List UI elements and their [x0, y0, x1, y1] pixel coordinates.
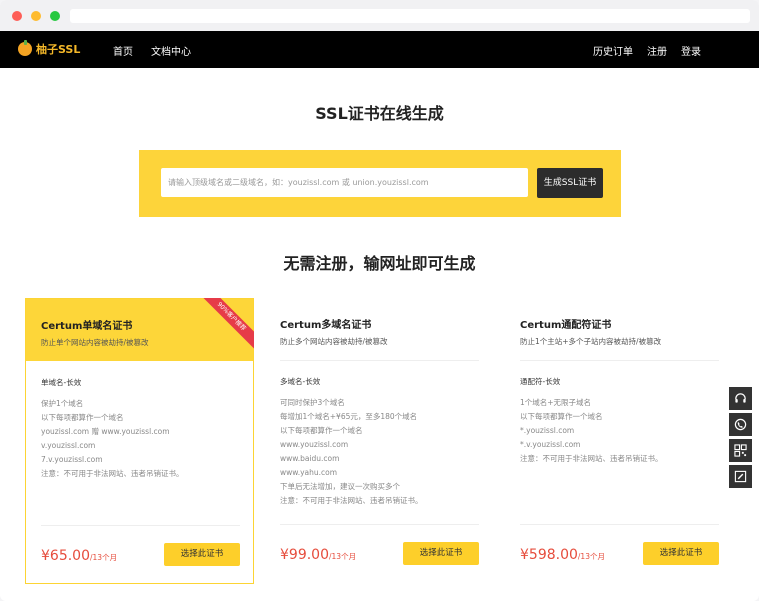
price-value: ¥65.00 — [41, 548, 90, 564]
nav-orders-link[interactable]: 历史订单 — [593, 43, 633, 58]
ribbon-label: 90%客户推荐 — [194, 298, 254, 354]
product-card-multi-domain: Certum多域名证书 防止多个网站内容被劫持/被篡改 多域名-长效 可同时保护… — [265, 298, 494, 584]
divider — [520, 360, 719, 361]
card-title: Certum通配符证书 — [520, 320, 612, 331]
price-unit: /13个月 — [329, 552, 357, 561]
feature-line: youzissl.com 赠 www.youzissl.com — [41, 427, 170, 436]
feature-line: 1个域名+无限子域名 — [520, 398, 592, 407]
browser-window: 柚子SSL 首页 文档中心 历史订单 注册 登录 SSL证书在线生成 生成SSL… — [0, 0, 759, 601]
browser-titlebar — [0, 0, 759, 31]
price-value: ¥598.00 — [520, 547, 578, 563]
feature-line: 以下每项都算作一个域名 — [520, 412, 603, 421]
card-title: Certum多域名证书 — [280, 320, 372, 331]
feature-line: 7.v.youzissl.com — [41, 455, 103, 464]
feature-line: 下单后无法增加，建议一次购买多个 — [280, 482, 400, 491]
nav-register-link[interactable]: 注册 — [647, 43, 667, 58]
select-certificate-button[interactable]: 选择此证书 — [643, 542, 719, 565]
maximize-window-button[interactable] — [50, 11, 60, 21]
card-features: 1个域名+无限子域名 以下每项都算作一个域名 *.youzissl.com *.… — [520, 396, 663, 466]
card-description: 防止1个主站+多个子站内容被劫持/被篡改 — [520, 337, 662, 346]
product-card-wildcard: Certum通配符证书 防止1个主站+多个子站内容被劫持/被篡改 通配符-长效 … — [505, 298, 734, 584]
card-title: Certum单域名证书 — [41, 321, 133, 332]
hero-section: SSL证书在线生成 生成SSL证书 — [0, 68, 759, 218]
feature-line: www.baidu.com — [280, 454, 340, 463]
divider — [280, 524, 479, 525]
card-header: Certum通配符证书 防止1个主站+多个子站内容被劫持/被篡改 — [505, 298, 734, 360]
section-title: 无需注册，输网址即可生成 — [283, 254, 476, 273]
feature-line: www.yahu.com — [280, 468, 338, 477]
logo-text: 柚子SSL — [36, 43, 81, 56]
card-type: 多域名-长效 — [280, 377, 321, 386]
domain-search-panel: 生成SSL证书 — [139, 150, 621, 217]
phone-icon[interactable] — [729, 413, 752, 436]
domain-input[interactable] — [161, 168, 528, 197]
site-logo[interactable]: 柚子SSL — [18, 40, 81, 57]
card-price: ¥99.00/13个月 — [280, 544, 356, 563]
card-type: 单域名-长效 — [41, 378, 82, 387]
feature-line: www.youzissl.com — [280, 440, 349, 449]
generate-ssl-button[interactable]: 生成SSL证书 — [537, 168, 603, 198]
edit-icon[interactable] — [729, 465, 752, 488]
hero-title: SSL证书在线生成 — [315, 104, 444, 123]
feature-line: 注意：不可用于非法网站、违者吊销证书。 — [280, 496, 423, 505]
card-price: ¥65.00/13个月 — [41, 545, 117, 564]
nav-docs-link[interactable]: 文档中心 — [151, 43, 191, 58]
close-window-button[interactable] — [12, 11, 22, 21]
feature-line: 以下每项都算作一个域名 — [280, 426, 363, 435]
divider — [520, 524, 719, 525]
feature-line: *.youzissl.com — [520, 426, 575, 435]
feature-line: 每增加1个域名+¥65元，至多180个域名 — [280, 412, 418, 421]
feature-line: 保护1个域名 — [41, 399, 84, 408]
card-header: Certum多域名证书 防止多个网站内容被劫持/被篡改 — [265, 298, 494, 360]
product-card-single-domain: Certum单域名证书 防止单个网站内容被劫持/被篡改 90%客户推荐 单域名-… — [25, 298, 254, 584]
card-features: 保护1个域名 以下每项都算作一个域名 youzissl.com 赠 www.yo… — [41, 397, 184, 481]
card-price: ¥598.00/13个月 — [520, 544, 605, 563]
pomelo-logo-icon — [18, 40, 32, 56]
top-navbar: 柚子SSL 首页 文档中心 历史订单 注册 登录 — [0, 31, 759, 68]
divider — [280, 360, 479, 361]
floating-toolbar — [729, 387, 752, 491]
feature-line: 以下每项都算作一个域名 — [41, 413, 124, 422]
nav-home-link[interactable]: 首页 — [113, 43, 133, 58]
minimize-window-button[interactable] — [31, 11, 41, 21]
feature-line: 注意：不可用于非法网站、违者吊销证书。 — [41, 469, 184, 478]
card-description: 防止多个网站内容被劫持/被篡改 — [280, 337, 388, 346]
price-unit: /13个月 — [90, 553, 118, 562]
feature-line: *.v.youzissl.com — [520, 440, 581, 449]
price-unit: /13个月 — [577, 552, 605, 561]
feature-line: v.youzissl.com — [41, 441, 96, 450]
card-description: 防止单个网站内容被劫持/被篡改 — [41, 338, 149, 347]
select-certificate-button[interactable]: 选择此证书 — [403, 542, 479, 565]
feature-line: 注意：不可用于非法网站、违者吊销证书。 — [520, 454, 663, 463]
recommend-ribbon: 90%客户推荐 — [194, 298, 254, 358]
card-features: 可同时保护3个域名 每增加1个域名+¥65元，至多180个域名 以下每项都算作一… — [280, 396, 423, 508]
price-value: ¥99.00 — [280, 547, 329, 563]
divider — [41, 525, 240, 526]
nav-login-link[interactable]: 登录 — [681, 43, 701, 58]
headset-icon[interactable] — [729, 387, 752, 410]
select-certificate-button[interactable]: 选择此证书 — [164, 543, 240, 566]
feature-line: 可同时保护3个域名 — [280, 398, 345, 407]
qrcode-icon[interactable] — [729, 439, 752, 462]
address-bar[interactable] — [70, 9, 750, 23]
card-type: 通配符-长效 — [520, 377, 561, 386]
